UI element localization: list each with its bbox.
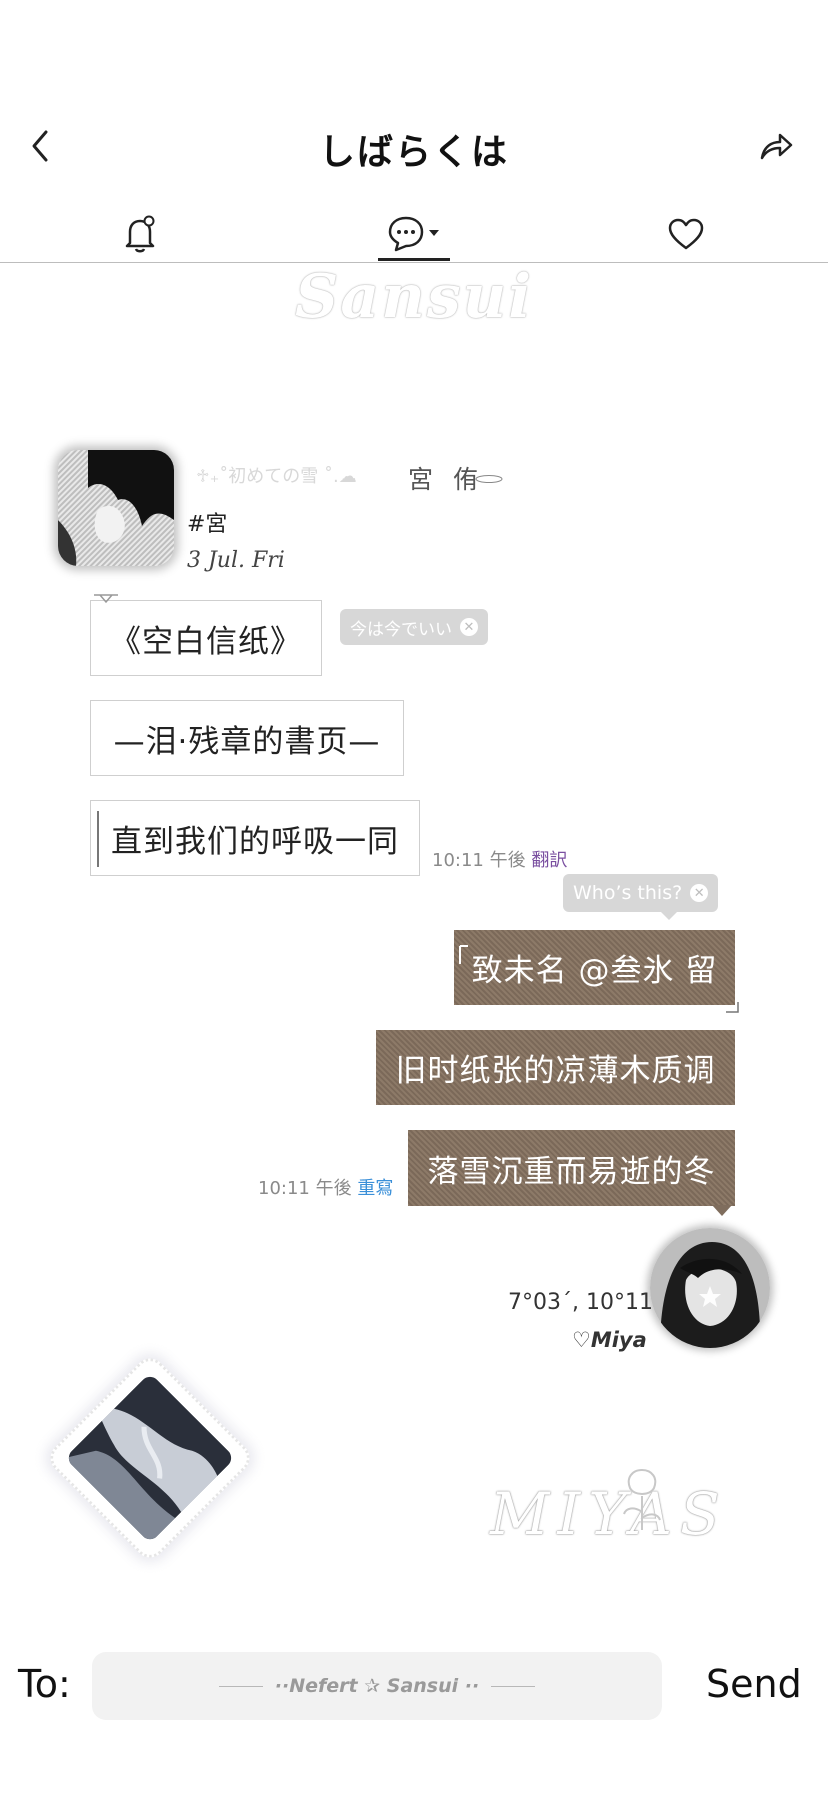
bubble-tail bbox=[712, 1205, 732, 1216]
translation-tooltip[interactable]: 今は今でいい ✕ bbox=[340, 609, 488, 645]
translate-link[interactable]: 翻訳 bbox=[531, 850, 567, 871]
message-time: 10:11 午後 bbox=[432, 850, 526, 871]
share-arrow-icon bbox=[760, 133, 793, 160]
rewrite-link[interactable]: 重寫 bbox=[357, 1178, 393, 1199]
decor-image-frame bbox=[44, 1352, 256, 1564]
message-text: 落雪沉重而易逝的冬 bbox=[427, 1153, 716, 1190]
send-button[interactable]: Send bbox=[706, 1662, 802, 1706]
message-time: 10:11 午後 bbox=[258, 1178, 352, 1199]
profile-name: 宮 侑 bbox=[408, 465, 484, 494]
to-label: To: bbox=[18, 1662, 71, 1706]
tooltip-text: 今は今でいい bbox=[350, 619, 452, 640]
avatar[interactable] bbox=[650, 1228, 770, 1348]
divider-line bbox=[218, 1685, 263, 1687]
message-text: 致未名 @叁氷 留 bbox=[471, 953, 718, 989]
decor-image bbox=[64, 1372, 236, 1544]
avatar-image bbox=[58, 450, 174, 566]
profile-tag: #宮 bbox=[187, 512, 228, 537]
watermark-text: Sansui bbox=[294, 262, 534, 332]
share-button[interactable] bbox=[758, 130, 794, 162]
bell-icon bbox=[125, 215, 155, 253]
avatar-image bbox=[650, 1228, 770, 1348]
message-meta: 10:11 午後 重寫 bbox=[258, 1174, 393, 1200]
logo-script: MIYAS bbox=[490, 1480, 728, 1548]
signature-name: ♡Miya bbox=[572, 1328, 647, 1352]
avatar[interactable] bbox=[58, 450, 174, 566]
message-bubble[interactable]: 致未名 @叁氷 留 bbox=[454, 930, 735, 1005]
heart-icon bbox=[668, 218, 704, 250]
message-bubble[interactable]: 《空白信纸》 bbox=[90, 600, 322, 676]
page-title: しばらくは bbox=[318, 132, 509, 173]
tab-notifications[interactable] bbox=[118, 212, 162, 256]
halo-icon bbox=[475, 475, 503, 483]
message-bubble[interactable]: 落雪沉重而易逝的冬 bbox=[408, 1130, 735, 1206]
message-text: 《空白信纸》 bbox=[110, 623, 302, 660]
profile-date: 3 Jul. Fri bbox=[187, 548, 285, 573]
rose-icon bbox=[623, 1468, 661, 1530]
close-icon[interactable]: ✕ bbox=[690, 884, 709, 902]
message-input[interactable]: ··Nefert ✰ Sansui ·· bbox=[92, 1652, 662, 1720]
coordinates-text: 7°03´, 10°11 bbox=[508, 1290, 653, 1315]
message-text: —泪·残章的書页— bbox=[113, 723, 381, 760]
tab-favorites[interactable] bbox=[664, 212, 708, 256]
profile-decor-text: ♱₊˚初めての雪 ˚.☁ bbox=[196, 466, 357, 487]
chat-bubble-icon bbox=[388, 216, 439, 252]
tooltip-text: Who’s this? bbox=[573, 882, 683, 904]
message-bubble[interactable]: —泪·残章的書页— bbox=[90, 700, 404, 776]
input-placeholder: ··Nefert ✰ Sansui ·· bbox=[274, 1675, 480, 1697]
bubble-corner-icon bbox=[94, 594, 118, 604]
active-tab-indicator bbox=[378, 258, 450, 261]
tab-chat[interactable] bbox=[384, 212, 448, 256]
bubble-corner-icon bbox=[726, 1002, 739, 1013]
bubble-corner-icon bbox=[459, 945, 468, 964]
tooltip-pointer bbox=[660, 911, 678, 920]
message-text: 旧时纸张的凉薄木质调 bbox=[395, 1053, 716, 1089]
divider-line bbox=[491, 1685, 536, 1687]
message-bubble[interactable]: 直到我们的呼吸一同 bbox=[90, 800, 420, 876]
bubble-accent-bar bbox=[97, 811, 99, 867]
who-tooltip[interactable]: Who’s this? ✕ bbox=[563, 874, 719, 912]
message-meta: 10:11 午後 翻訳 bbox=[432, 846, 567, 872]
close-icon[interactable]: ✕ bbox=[460, 618, 478, 636]
message-text: 直到我们的呼吸一同 bbox=[111, 823, 399, 860]
message-bubble[interactable]: 旧时纸张的凉薄木质调 bbox=[376, 1030, 735, 1105]
